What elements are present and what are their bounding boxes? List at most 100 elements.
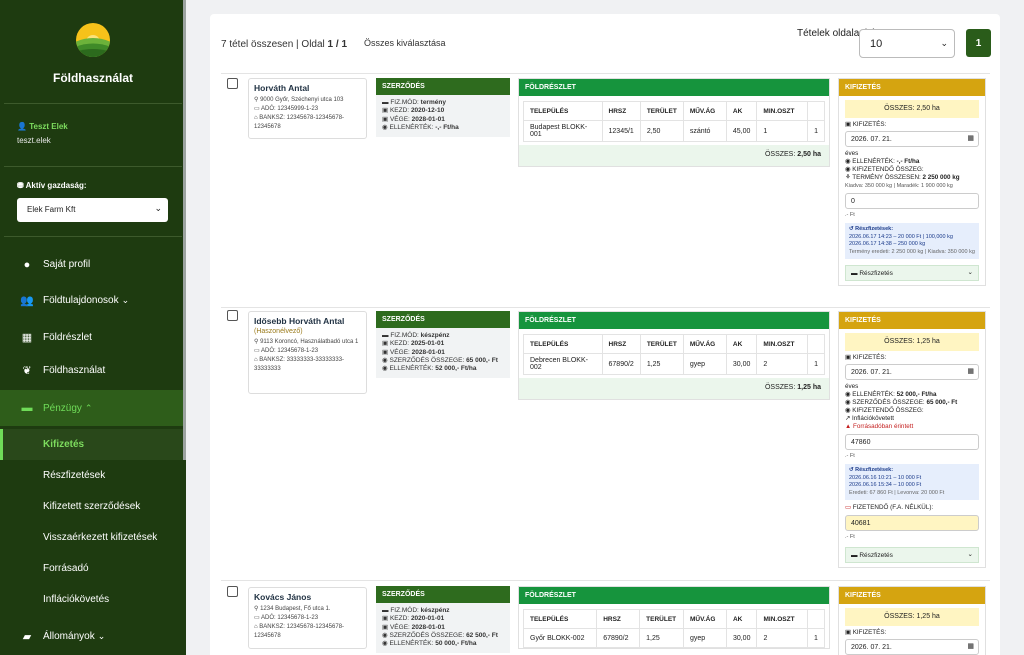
nav-own-profile[interactable]: ● Saját profil	[0, 249, 183, 280]
seedling-icon: ❦	[22, 365, 32, 377]
owner-card: Idősebb Horváth Antal (Haszonélvező) ⚲ 9…	[248, 311, 367, 394]
coins-icon: ◉	[382, 631, 388, 639]
net-payment-input[interactable]: 40681	[845, 515, 979, 531]
coins-icon: ◉	[382, 356, 388, 364]
parcel-total: ÖSSZES: 2,50 ha	[519, 145, 829, 166]
bank-icon: ⌂	[254, 357, 258, 363]
subnav-inflation[interactable]: Inflációkövetés	[0, 584, 183, 615]
partial-payment-button[interactable]: ▬ Részfizetés ⌄	[845, 547, 979, 563]
contract-header: SZERZŐDÉS	[376, 78, 510, 95]
money-bill-icon: ▬	[21, 402, 33, 414]
subnav-withholding-tax[interactable]: Forrásadó	[0, 553, 183, 584]
chevron-down-icon: ⌄	[967, 269, 973, 276]
brand-name: Földhasználat	[52, 71, 133, 85]
nav-finance[interactable]: ▬ Pénzügy ⌃	[0, 390, 183, 426]
user-info: 👤 Teszt Elek teszt.elek	[17, 122, 68, 145]
sidebar: Földhasználat 👤 Teszt Elek teszt.elek ⛃ …	[0, 0, 186, 655]
chevron-down-icon: ⌄	[121, 295, 130, 305]
payout-amount-input[interactable]: 47860	[845, 434, 979, 450]
contract-card: SZERZŐDÉS ▬ FIZ.MÓD: készpénz ▣ KEZD: 20…	[376, 586, 510, 654]
payout-card: KIFIZETÉS ÖSSZES: 1,25 ha ▣ KIFIZETÉS: 2…	[838, 586, 986, 655]
partial-payments-box: ↺ Részfizetések: 2026.06.16 10:21 – 10 0…	[845, 464, 979, 500]
parcel-header: FÖLDRÉSZLET	[519, 587, 829, 604]
nav-landowners[interactable]: 👥 Földtulajdonosok ⌄	[0, 285, 183, 316]
calendar-icon: ▣	[382, 115, 389, 123]
map-pin-icon: ⚲	[254, 339, 259, 345]
payout-date-input[interactable]: 2026. 07. 21. ▦	[845, 131, 979, 147]
owner-name: Idősebb Horváth Antal	[254, 316, 345, 326]
coins-icon: ◉	[845, 399, 851, 406]
bank-icon: ⌂	[254, 624, 258, 630]
subnav-payout[interactable]: Kifizetés	[0, 429, 183, 460]
money-icon: ▬	[851, 270, 858, 277]
contract-card: SZERZŐDÉS ▬ FIZ.MÓD: készpénz ▣ KEZD: 20…	[376, 311, 510, 379]
parcel-table: TELEPÜLÉS HRSZ TERÜLET MŰV.ÁG AK MIN.OSZT Győ…	[522, 609, 825, 648]
money-icon: ▬	[382, 99, 389, 106]
contract-header: SZERZŐDÉS	[376, 586, 510, 603]
payout-total: ÖSSZES: 1,25 ha	[845, 333, 979, 351]
owner-name: Kovács János	[254, 592, 312, 602]
payout-frequency: éves	[845, 383, 859, 390]
user-icon: 👤	[17, 122, 27, 131]
record-checkbox[interactable]	[227, 310, 238, 321]
select-all-link[interactable]: Összes kiválasztása	[364, 38, 446, 48]
per-page-select[interactable]: 10 ⌄	[859, 29, 955, 58]
contract-card: SZERZŐDÉS ▬ FIZ.MÓD: termény ▣ KEZD: 202…	[376, 78, 510, 138]
parcel-total: ÖSSZES: 1,25 ha	[519, 378, 829, 399]
payout-header: KIFIZETÉS	[839, 312, 985, 329]
record-checkbox[interactable]	[227, 78, 238, 89]
logo-icon	[75, 22, 111, 58]
owner-card: Horváth Antal ⚲ 9000 Győr, Széchenyi utc…	[248, 78, 367, 139]
table-row: Budapest BLOKK-001 12345/1 2,50 szántó 45,00…	[523, 120, 825, 142]
id-card-icon: ▭	[845, 504, 851, 511]
payout-record: Kovács János ⚲ 1234 Budapest, Fő utca 1.…	[221, 580, 990, 655]
id-card-icon: ▭	[254, 615, 260, 621]
payout-header: KIFIZETÉS	[839, 587, 985, 604]
coins-icon: ◉	[845, 407, 851, 414]
parcel-table: TELEPÜLÉS HRSZ TERÜLET MŰV.ÁG AK MIN.OSZT Deb…	[523, 334, 825, 375]
folder-icon: ▰	[22, 631, 32, 643]
partial-payment-button[interactable]: ▬ Részfizetés ⌄	[845, 265, 979, 281]
wheat-icon: ⚘	[845, 174, 851, 181]
chevron-down-icon: ⌄	[967, 551, 973, 558]
payout-card: KIFIZETÉS ÖSSZES: 2,50 ha ▣ KIFIZETÉS: 2…	[838, 78, 986, 286]
chevron-down-icon: ⌄	[97, 631, 106, 641]
page-button[interactable]: 1	[966, 29, 991, 57]
user-name: Teszt Elek	[29, 122, 68, 131]
main-content: 7 tétel összesen | Oldal 1 / 1 Összes ki…	[186, 0, 1024, 655]
history-icon: ↺	[849, 467, 854, 473]
calendar-icon: ▣	[845, 121, 851, 128]
coins-icon: ◉	[382, 365, 388, 373]
nav-parcels[interactable]: ▦ Földrészlet	[0, 322, 183, 353]
owner-tag: (Haszonélvező)	[254, 328, 303, 335]
calendar-icon: ▣	[382, 615, 389, 623]
payout-date-input[interactable]: 2026. 07. 21. ▦	[845, 364, 979, 380]
chart-icon: ↗	[845, 415, 851, 422]
subnav-returned-payouts[interactable]: Visszaérkezett kifizetések	[0, 522, 183, 553]
money-icon: ▬	[382, 607, 389, 614]
chevron-down-icon: ⌄	[154, 203, 162, 213]
farm-select[interactable]: Elek Farm Kft ⌄	[17, 198, 168, 222]
user-circle-icon: ●	[23, 258, 31, 271]
payout-record: Horváth Antal ⚲ 9000 Győr, Széchenyi utc…	[221, 73, 990, 306]
payout-card: KIFIZETÉS ÖSSZES: 1,25 ha ▣ KIFIZETÉS: 2…	[838, 311, 986, 568]
coins-icon: ◉	[845, 166, 851, 173]
partial-payments-box: ↺ Részfizetések: 2026.06.17 14:23 – 20 0…	[845, 223, 979, 259]
nav-land-use[interactable]: ❦ Földhasználat	[0, 355, 183, 386]
user-email: teszt.elek	[17, 136, 51, 145]
payout-amount-input[interactable]: 0	[845, 193, 979, 209]
payout-date-input[interactable]: 2026. 07. 21. ▦	[845, 639, 979, 655]
crop-detail: Kiadva: 350 000 kg | Maradék: 1 900 000 …	[845, 183, 953, 189]
record-checkbox[interactable]	[227, 586, 238, 597]
calendar-icon: ▣	[382, 348, 389, 356]
nav-files[interactable]: ▰ Állományok ⌄	[0, 621, 183, 652]
money-icon: ▬	[382, 332, 389, 339]
table-row: Debrecen BLOKK-002 67890/2 1,25 gyep 30,00 2 1	[523, 353, 825, 375]
history-icon: ↺	[849, 226, 854, 232]
id-card-icon: ▭	[254, 348, 260, 354]
subnav-paid-contracts[interactable]: Kifizetett szerződések	[0, 491, 183, 522]
table-row: Győr BLOKK-002 67890/2 1,25 gyep 30,00 2 1	[522, 628, 825, 648]
subnav-partial-payments[interactable]: Részfizetések	[0, 460, 183, 491]
calendar-icon: ▦	[967, 135, 974, 142]
payout-frequency: éves	[845, 150, 859, 157]
